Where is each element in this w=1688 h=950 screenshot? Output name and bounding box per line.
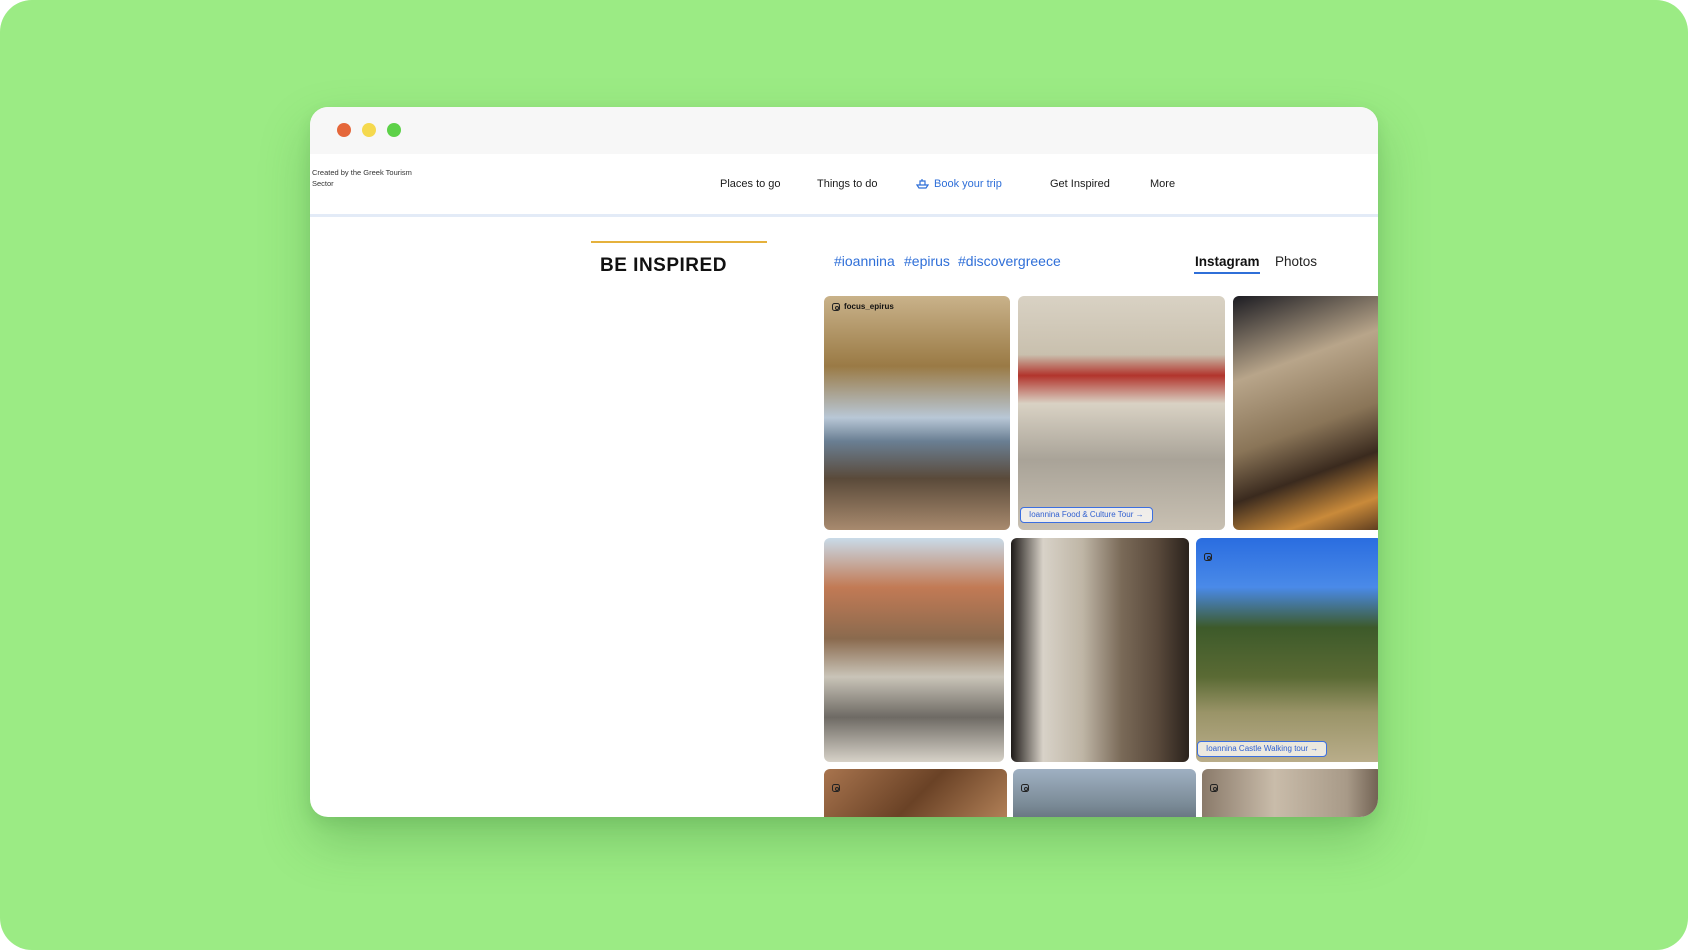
maximize-button[interactable] xyxy=(387,123,401,137)
active-tab-indicator xyxy=(1194,272,1260,274)
instagram-handle: focus_epirus xyxy=(832,302,894,311)
nav-get-inspired[interactable]: Get Inspired xyxy=(1050,178,1110,190)
tour-link-button[interactable]: Ioannina Food & Culture Tour → xyxy=(1020,507,1153,523)
instagram-post[interactable] xyxy=(1011,538,1189,762)
instagram-post[interactable] xyxy=(1233,296,1378,530)
boat-icon xyxy=(916,179,929,189)
instagram-icon xyxy=(1204,546,1216,564)
nav-things-to-do[interactable]: Things to do xyxy=(817,178,878,190)
hashtag-discovergreece[interactable]: #discovergreece xyxy=(958,253,1061,269)
nav-book-your-trip-label: Book your trip xyxy=(934,178,1002,190)
instagram-post[interactable]: focus_epirus xyxy=(824,296,1010,530)
nav-book-your-trip[interactable]: Book your trip xyxy=(916,178,1002,190)
nav-more[interactable]: More xyxy=(1150,178,1175,190)
instagram-post[interactable]: Ioannina Castle Walking tour → xyxy=(1196,538,1378,762)
instagram-post[interactable] xyxy=(1202,769,1378,817)
section-title: BE INSPIRED xyxy=(600,255,727,276)
instagram-icon xyxy=(832,777,844,795)
window-titlebar xyxy=(310,107,1378,154)
tab-photos[interactable]: Photos xyxy=(1275,254,1317,269)
hashtag-epirus[interactable]: #epirus xyxy=(904,253,950,269)
title-accent-rule xyxy=(591,241,767,243)
tour-link-button[interactable]: Ioannina Castle Walking tour → xyxy=(1197,741,1328,757)
instagram-handle-text: focus_epirus xyxy=(844,302,894,311)
hashtag-ioannina[interactable]: #ioannina xyxy=(834,253,895,269)
site-header: Created by the Greek Tourism Sector Plac… xyxy=(310,154,1378,217)
instagram-icon xyxy=(832,303,840,311)
browser-window: Created by the Greek Tourism Sector Plac… xyxy=(310,107,1378,817)
instagram-icon xyxy=(1210,777,1222,795)
minimize-button[interactable] xyxy=(362,123,376,137)
close-button[interactable] xyxy=(337,123,351,137)
instagram-icon xyxy=(1021,777,1033,795)
instagram-post[interactable] xyxy=(824,769,1007,817)
nav-places-to-go[interactable]: Places to go xyxy=(720,178,781,190)
instagram-post[interactable] xyxy=(1013,769,1196,817)
tab-instagram[interactable]: Instagram xyxy=(1195,254,1260,269)
instagram-post[interactable]: Ioannina Food & Culture Tour → xyxy=(1018,296,1225,530)
brand-tagline[interactable]: Created by the Greek Tourism Sector xyxy=(312,167,412,189)
instagram-post[interactable] xyxy=(824,538,1004,762)
